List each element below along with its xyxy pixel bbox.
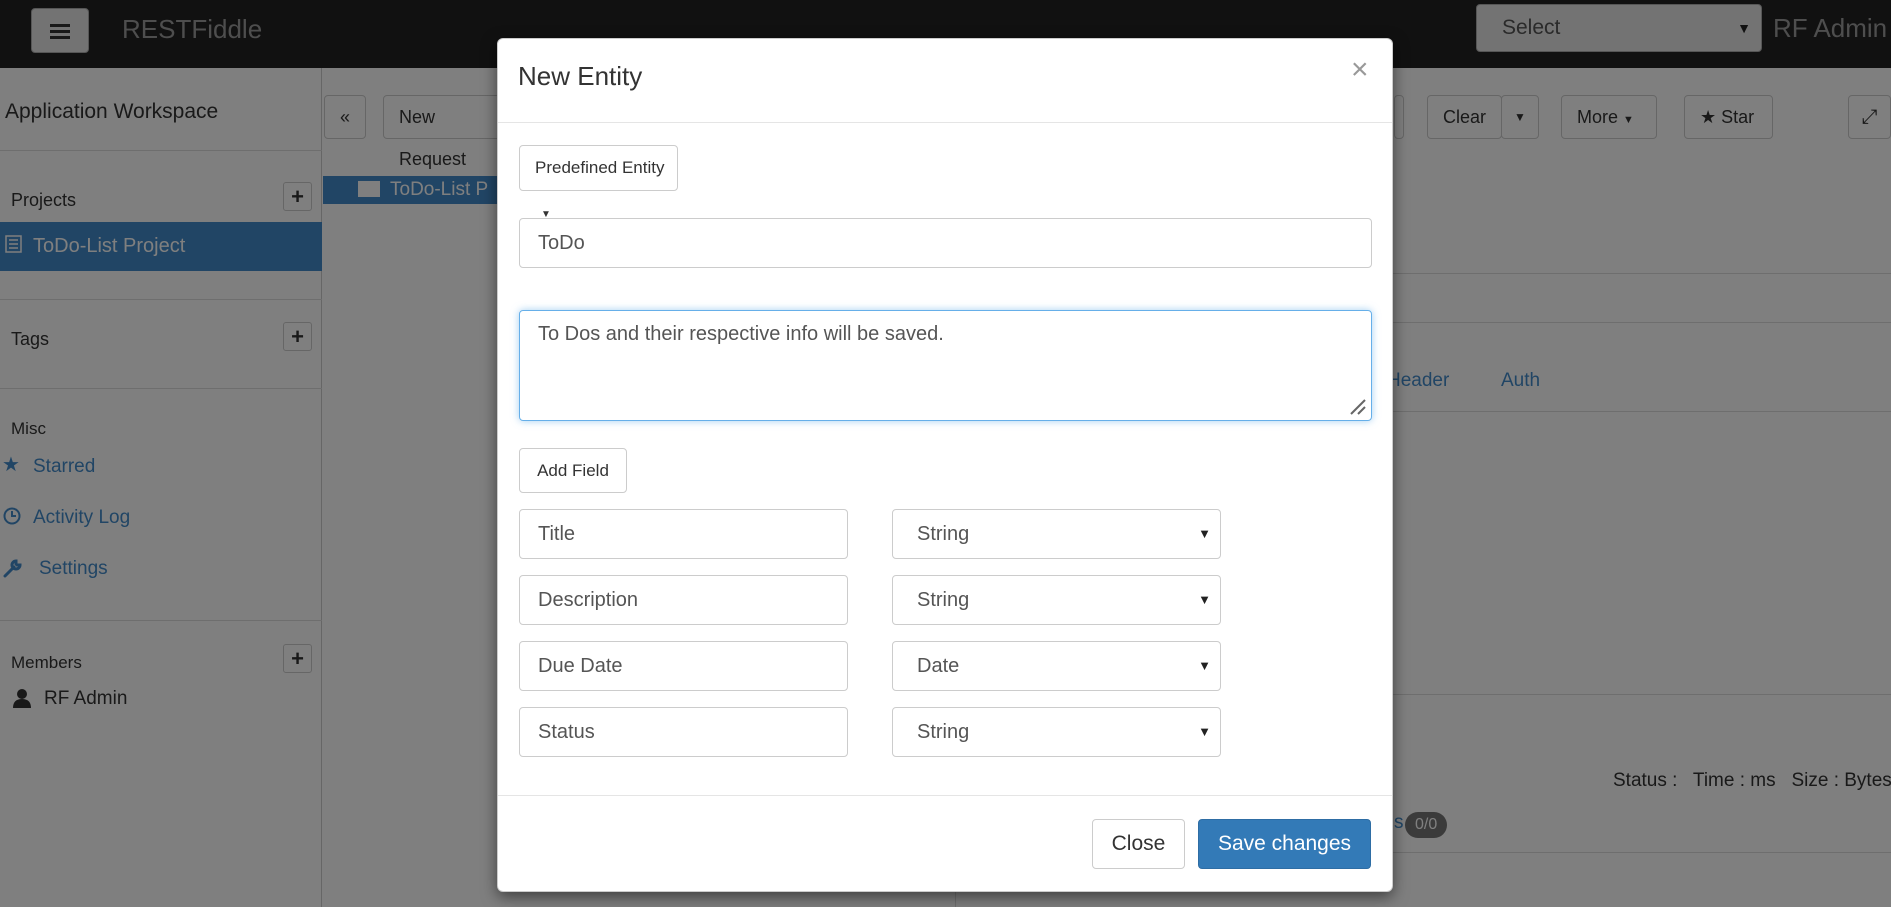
select-value: String xyxy=(917,523,970,545)
select-caret-icon: ▼ xyxy=(1198,592,1211,607)
field-type-select[interactable]: String ▼ xyxy=(892,707,1221,757)
modal-title: New Entity xyxy=(518,61,643,91)
field-name-input[interactable]: Status xyxy=(519,707,848,757)
close-icon[interactable]: × xyxy=(1351,53,1369,87)
add-field-button[interactable]: Add Field xyxy=(519,448,627,493)
field-name-input[interactable]: Due Date xyxy=(519,641,848,691)
description-text: To Dos and their respective info will be… xyxy=(538,323,944,345)
field-type-select[interactable]: String ▼ xyxy=(892,575,1221,625)
select-value: String xyxy=(917,721,970,743)
select-caret-icon: ▼ xyxy=(1198,526,1211,541)
predefined-entity-dropdown[interactable]: Predefined Entity ▼ xyxy=(519,145,678,220)
select-caret-icon: ▼ xyxy=(1198,658,1211,673)
close-button[interactable]: Close xyxy=(1092,819,1185,869)
field-type-select[interactable]: Date ▼ xyxy=(892,641,1221,691)
select-value: String xyxy=(917,589,970,611)
field-name-input[interactable]: Title xyxy=(519,509,848,559)
save-changes-button[interactable]: Save changes xyxy=(1198,819,1371,869)
entity-description-textarea[interactable]: To Dos and their respective info will be… xyxy=(519,310,1372,421)
select-caret-icon: ▼ xyxy=(1198,724,1211,739)
modal-header-divider xyxy=(498,122,1392,123)
resize-handle-icon[interactable] xyxy=(1349,398,1367,416)
field-name-input[interactable]: Description xyxy=(519,575,848,625)
dropdown-label: Predefined Entity xyxy=(535,158,665,177)
modal-footer-divider xyxy=(498,795,1392,796)
select-value: Date xyxy=(917,655,960,677)
field-type-select[interactable]: String ▼ xyxy=(892,509,1221,559)
entity-name-input[interactable]: ToDo xyxy=(519,218,1372,268)
new-entity-modal: New Entity × Predefined Entity ▼ ToDo To… xyxy=(497,38,1393,892)
